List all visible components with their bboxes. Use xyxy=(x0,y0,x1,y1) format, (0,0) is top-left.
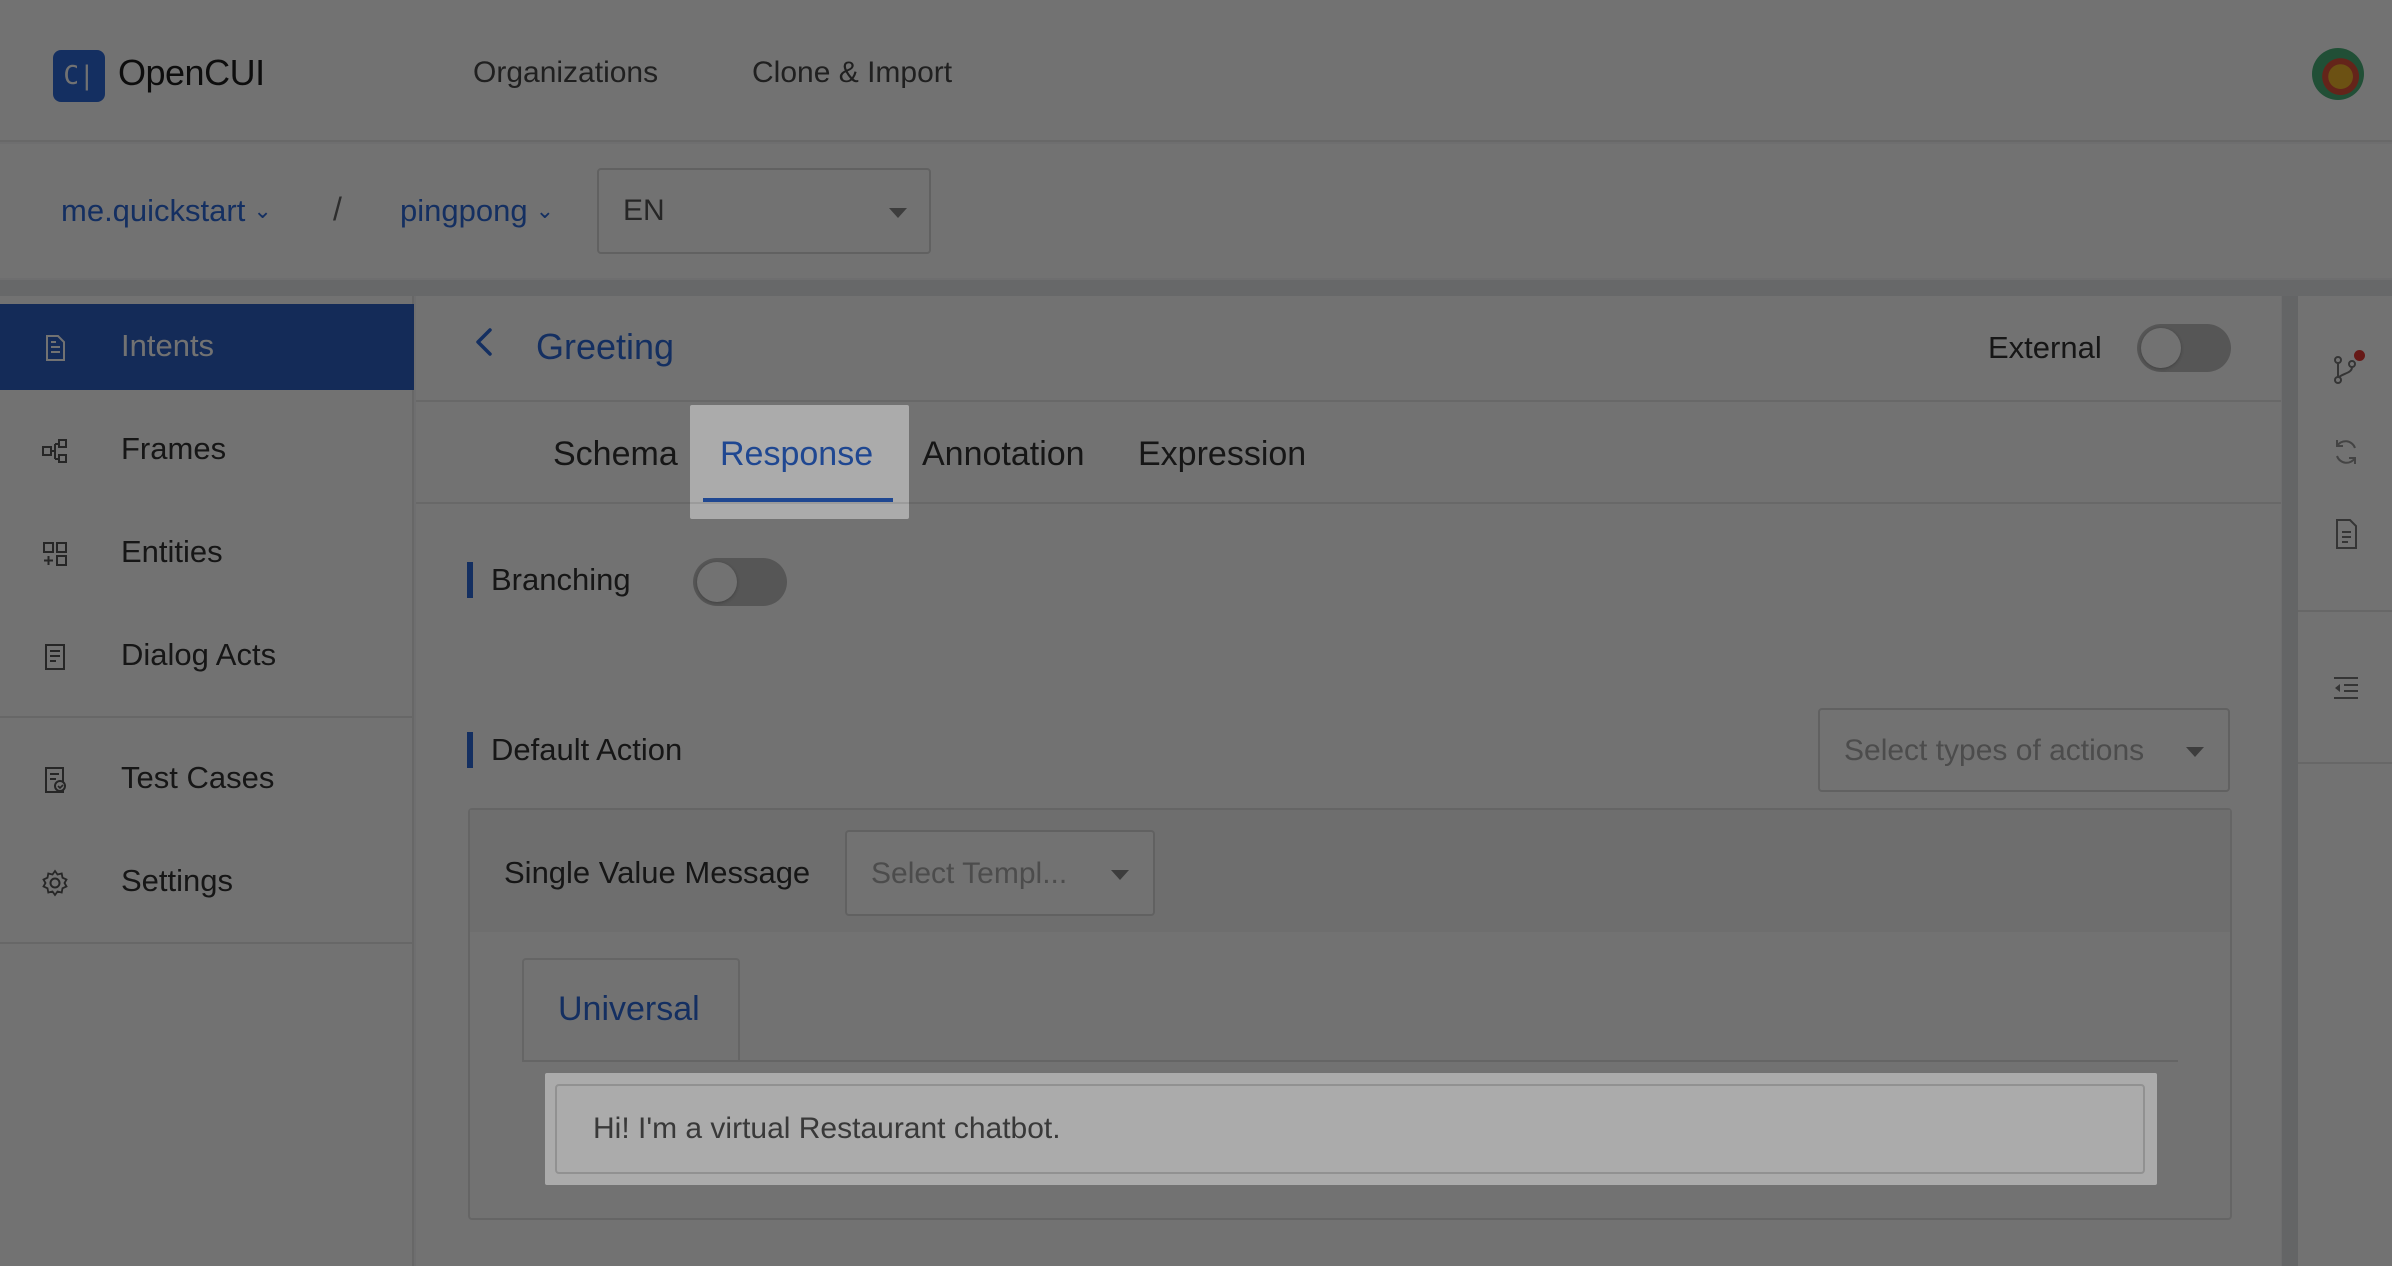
caret-down-icon xyxy=(2186,747,2204,757)
breadcrumb-org-label: me.quickstart xyxy=(61,193,246,228)
rail-scrollbar[interactable] xyxy=(2282,296,2298,1266)
language-value: EN xyxy=(623,194,665,227)
chevron-down-icon: ⌄ xyxy=(253,198,272,223)
action-types-placeholder: Select types of actions xyxy=(1844,734,2145,767)
external-toggle[interactable] xyxy=(2137,324,2231,372)
refresh-icon[interactable] xyxy=(2328,434,2364,470)
tab-expression[interactable]: Expression xyxy=(1138,435,1306,474)
sidebar-item-dialog-acts[interactable]: Dialog Acts xyxy=(0,613,414,699)
channel-tabs-divider xyxy=(522,1060,2178,1062)
sidebar-item-label: Test Cases xyxy=(121,760,275,795)
branching-label: Branching xyxy=(491,562,631,597)
toggle-knob xyxy=(2141,328,2181,368)
response-message-field[interactable]: Hi! I'm a virtual Restaurant chatbot. xyxy=(555,1084,2145,1174)
toggle-knob xyxy=(697,562,737,602)
breadcrumb-project-label: pingpong xyxy=(400,193,528,228)
user-avatar[interactable] xyxy=(2312,48,2364,100)
tab-universal[interactable]: Universal xyxy=(522,958,740,1062)
sidebar-item-label: Dialog Acts xyxy=(121,637,277,672)
tab-universal-label: Universal xyxy=(558,990,700,1028)
breadcrumb-org[interactable]: me.quickstart ⌄ xyxy=(61,193,272,229)
nav-organizations[interactable]: Organizations xyxy=(473,56,658,90)
sidebar-item-label: Intents xyxy=(121,328,215,363)
back-arrow-icon[interactable] xyxy=(470,322,498,372)
caret-down-icon xyxy=(889,208,907,218)
indent-icon[interactable] xyxy=(2328,670,2364,706)
nav-clone-import[interactable]: Clone & Import xyxy=(752,56,952,90)
caret-down-icon xyxy=(1111,870,1129,880)
sidebar-divider xyxy=(0,942,414,944)
template-select[interactable]: Select Templ... xyxy=(845,830,1155,916)
entities-icon xyxy=(40,539,70,569)
opencui-logo-icon[interactable]: C| xyxy=(53,50,105,102)
top-navbar xyxy=(0,0,2392,142)
breadcrumb-separator: / xyxy=(333,191,342,227)
section-marker xyxy=(467,562,473,598)
section-marker xyxy=(467,732,473,768)
language-select[interactable]: EN xyxy=(597,168,931,254)
header-divider xyxy=(0,280,2392,296)
gear-icon xyxy=(40,868,70,898)
single-value-message-label: Single Value Message xyxy=(504,855,811,890)
external-label: External xyxy=(1988,330,2102,365)
breadcrumb-project[interactable]: pingpong ⌄ xyxy=(400,193,554,229)
tab-schema[interactable]: Schema xyxy=(553,435,678,474)
tab-response[interactable]: Response xyxy=(720,435,873,474)
default-action-label: Default Action xyxy=(491,732,683,767)
notification-dot xyxy=(2354,350,2365,361)
response-message-text: Hi! I'm a virtual Restaurant chatbot. xyxy=(593,1112,1061,1145)
document-icon xyxy=(40,333,70,363)
chevron-down-icon: ⌄ xyxy=(535,198,555,223)
sidebar-item-label: Frames xyxy=(121,431,227,466)
dialog-acts-icon xyxy=(40,642,70,672)
sidebar-item-label: Settings xyxy=(121,863,234,898)
sidebar-item-intents[interactable]: Intents xyxy=(0,304,414,390)
sidebar-item-settings[interactable]: Settings xyxy=(0,839,414,925)
branching-toggle[interactable] xyxy=(693,558,787,606)
breadcrumb-bar xyxy=(0,144,2392,278)
template-placeholder: Select Templ... xyxy=(871,857,1068,890)
sidebar-item-test-cases[interactable]: Test Cases xyxy=(0,736,414,822)
rail-divider xyxy=(2298,610,2392,612)
rail-divider xyxy=(2298,762,2392,764)
sidebar-item-entities[interactable]: Entities xyxy=(0,510,414,596)
sidebar-divider xyxy=(0,716,414,718)
sidebar-item-frames[interactable]: Frames xyxy=(0,407,414,493)
action-types-select[interactable]: Select types of actions xyxy=(1818,708,2230,792)
file-icon[interactable] xyxy=(2328,516,2364,552)
tab-annotation[interactable]: Annotation xyxy=(922,435,1085,474)
app-name[interactable]: OpenCUI xyxy=(118,52,265,94)
tabs-divider xyxy=(416,502,2281,504)
title-divider xyxy=(416,400,2281,402)
frames-icon xyxy=(40,436,70,466)
sidebar-item-label: Entities xyxy=(121,534,223,569)
page-title: Greeting xyxy=(536,326,675,367)
test-cases-icon xyxy=(40,765,70,795)
